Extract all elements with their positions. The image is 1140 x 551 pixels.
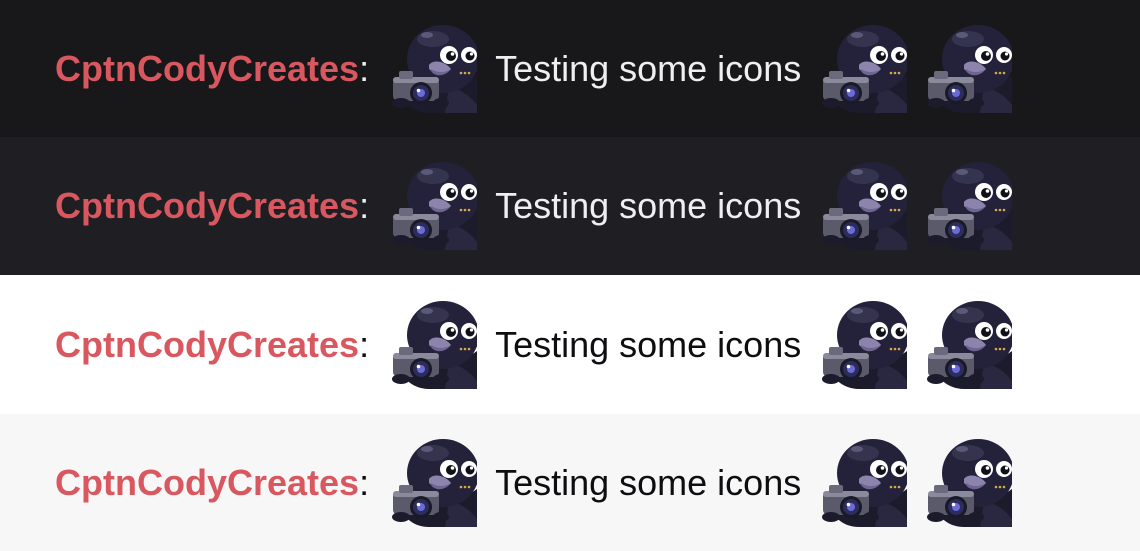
crow-with-camera-icon[interactable]: [819, 25, 907, 113]
chat-line: CptnCodyCreates : Testing some icons: [0, 0, 1140, 137]
chat-message-text: Testing some icons: [495, 47, 802, 89]
crow-with-camera-icon[interactable]: [389, 25, 477, 113]
crow-with-camera-icon[interactable]: [389, 162, 477, 250]
chat-username[interactable]: CptnCodyCreates: [55, 185, 359, 227]
chat-separator: :: [359, 461, 370, 503]
chat-message-text: Testing some icons: [495, 323, 802, 365]
chat-line: CptnCodyCreates : Testing some icons: [0, 414, 1140, 551]
chat-message-text: Testing some icons: [495, 185, 802, 226]
crow-with-camera-icon[interactable]: [924, 439, 1012, 527]
chat-line: CptnCodyCreates : Testing some icons: [0, 275, 1140, 414]
chat-username[interactable]: CptnCodyCreates: [55, 48, 359, 90]
crow-with-camera-icon[interactable]: [924, 301, 1012, 389]
chat-separator: :: [359, 185, 370, 226]
crow-with-camera-icon[interactable]: [389, 301, 477, 389]
chat-message-text: Testing some icons: [495, 461, 802, 503]
crow-with-camera-icon[interactable]: [924, 25, 1012, 113]
crow-with-camera-icon[interactable]: [819, 301, 907, 389]
crow-with-camera-icon[interactable]: [819, 162, 907, 250]
chat-separator: :: [359, 47, 370, 89]
chat-username[interactable]: CptnCodyCreates: [55, 324, 359, 366]
crow-with-camera-icon[interactable]: [819, 439, 907, 527]
crow-with-camera-icon[interactable]: [389, 439, 477, 527]
crow-with-camera-icon[interactable]: [924, 162, 1012, 250]
chat-line: CptnCodyCreates : Testing some icons: [0, 137, 1140, 275]
chat-separator: :: [359, 323, 370, 365]
chat-username[interactable]: CptnCodyCreates: [55, 462, 359, 504]
